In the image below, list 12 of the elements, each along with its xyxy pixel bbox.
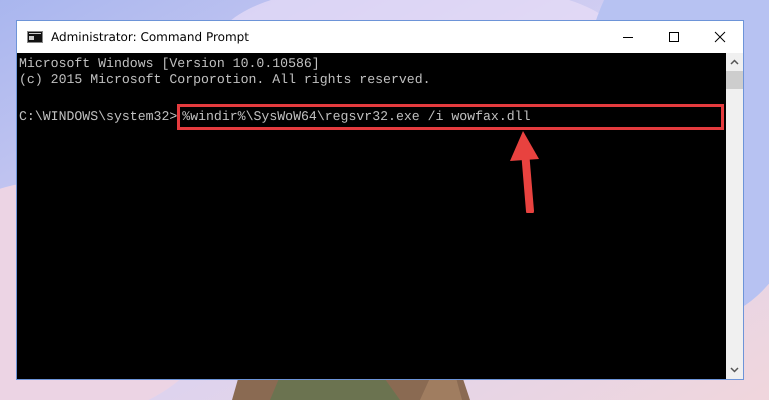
window-title: Administrator: Command Prompt <box>51 30 249 44</box>
console-line: (c) 2015 Microsoft Corporotion. All rights reserved. <box>19 72 431 87</box>
console-icon <box>27 31 43 43</box>
scrollbar[interactable] <box>726 53 743 379</box>
command-prompt-path: C:\WINDOWS\system32> <box>19 109 178 125</box>
maximize-icon <box>668 31 680 43</box>
scroll-down-icon[interactable] <box>730 367 739 373</box>
scroll-thumb[interactable] <box>726 71 743 89</box>
console-line: Microsoft Windows [Version 10.0.10586] <box>19 56 320 71</box>
close-icon <box>714 31 726 43</box>
scroll-up-icon[interactable] <box>730 59 739 65</box>
command-text: %windir%\SysWoW64\regsvr32.exe /i wowfax.dll <box>182 108 530 126</box>
